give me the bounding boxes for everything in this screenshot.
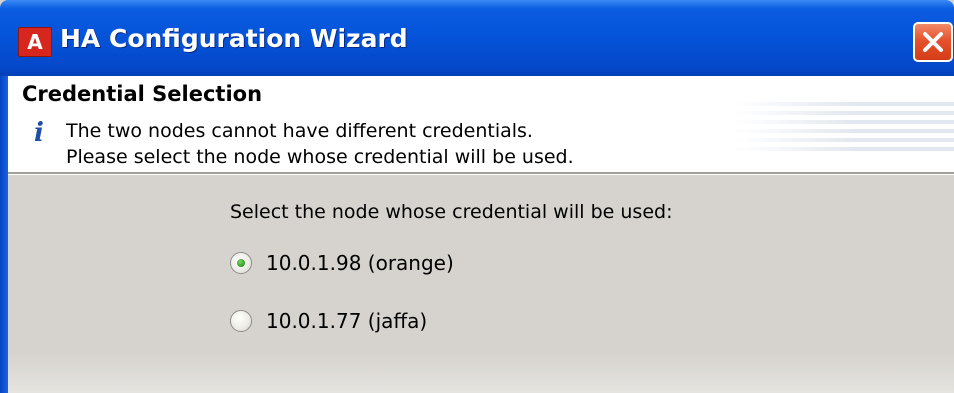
node-option-label[interactable]: 10.0.1.77 (jaffa) [266,309,427,333]
close-button[interactable] [913,22,953,62]
wizard-window: A HA Configuration Wizard Credential Sel… [0,0,954,393]
node-option-label[interactable]: 10.0.1.98 (orange) [266,251,454,275]
description-line-1: The two nodes cannot have different cred… [66,120,533,142]
close-icon [923,32,943,52]
section-title: Credential Selection [22,82,263,106]
wizard-body: Select the node whose credential will be… [8,175,954,393]
wizard-header: Credential Selection i The two nodes can… [8,76,954,172]
header-decoration [734,102,954,156]
node-select-prompt: Select the node whose credential will be… [230,201,673,223]
radio-button-orange[interactable] [230,252,252,274]
title-bar[interactable]: A HA Configuration Wizard [0,0,954,76]
node-option-orange[interactable]: 10.0.1.98 (orange) [230,251,454,275]
description-line-2: Please select the node whose credential … [66,146,574,168]
info-icon: i [34,118,44,148]
window-left-border [0,76,8,393]
node-option-jaffa[interactable]: 10.0.1.77 (jaffa) [230,309,427,333]
radio-selected-dot [237,259,245,267]
window-title: HA Configuration Wizard [60,24,408,53]
app-logo-icon: A [18,27,52,57]
radio-button-jaffa[interactable] [230,310,252,332]
